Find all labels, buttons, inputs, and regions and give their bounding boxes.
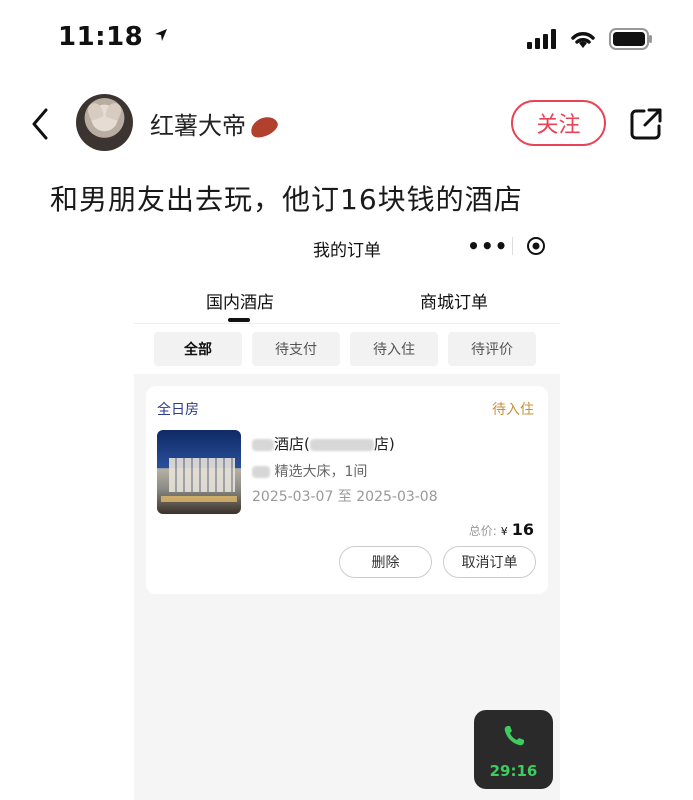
filter-pending-checkin[interactable]: 待入住	[350, 332, 438, 366]
total-amount: 16	[511, 520, 534, 539]
tab-domestic-hotel[interactable]: 国内酒店	[206, 288, 274, 313]
back-chevron-icon[interactable]	[26, 106, 56, 142]
status-bar: 11:18	[0, 0, 693, 80]
username-text: 红薯大帝	[150, 112, 246, 140]
more-menu-icon[interactable]: •••	[464, 234, 512, 258]
location-arrow-icon	[154, 29, 167, 41]
call-floating-widget[interactable]: 29:16	[474, 710, 553, 789]
active-tab-indicator	[228, 318, 250, 322]
sweet-potato-emoji-icon	[247, 112, 281, 142]
room-description-text: 精选大床，1间	[274, 464, 368, 480]
hotel-name: 酒店( 店)	[252, 433, 395, 454]
tab-mall-orders[interactable]: 商城订单	[420, 288, 488, 313]
status-icons	[527, 28, 653, 50]
cancel-order-button[interactable]: 取消订单	[443, 546, 536, 578]
order-card[interactable]: 全日房 待入住 酒店( 店) 精选大床，1间 2025-03-07 至 2025-…	[146, 386, 548, 594]
room-type-label: 全日房	[157, 402, 199, 418]
room-description: 精选大床，1间	[252, 461, 367, 481]
status-time: 11:18	[58, 22, 169, 52]
total-label: 总价:	[468, 524, 497, 538]
follow-button[interactable]: 关注	[511, 100, 606, 146]
status-filter-row: 全部 待支付 待入住 待评价	[154, 332, 540, 366]
order-total: 总价: ¥16	[469, 520, 534, 539]
hotel-name-start: 酒店(	[274, 435, 310, 453]
battery-icon	[609, 28, 652, 50]
hotel-name-end: 店)	[373, 435, 395, 453]
username[interactable]: 红薯大帝	[150, 106, 281, 142]
wifi-icon	[571, 32, 595, 48]
close-target-icon[interactable]	[512, 236, 560, 256]
filter-pending-payment[interactable]: 待支付	[252, 332, 340, 366]
phone-icon	[504, 726, 524, 746]
post-title: 和男朋友出去玩，他订16块钱的酒店	[50, 183, 523, 216]
currency-symbol: ¥	[500, 525, 508, 538]
clock-text: 11:18	[58, 22, 144, 52]
share-icon[interactable]	[628, 106, 664, 142]
filter-all[interactable]: 全部	[154, 332, 242, 366]
call-duration: 29:16	[489, 762, 538, 780]
filter-pending-review[interactable]: 待评价	[448, 332, 536, 366]
hotel-thumbnail	[157, 430, 241, 514]
order-category-tabs: 国内酒店 商城订单	[134, 280, 560, 324]
avatar[interactable]	[76, 94, 133, 151]
delete-order-button[interactable]: 删除	[339, 546, 432, 578]
miniprogram-capsule: •••	[464, 230, 560, 262]
signal-icon	[527, 29, 556, 49]
stay-dates: 2025-03-07 至 2025-03-08	[252, 489, 438, 505]
post-header: 红薯大帝 关注	[0, 92, 693, 156]
order-status-badge: 待入住	[492, 402, 534, 418]
